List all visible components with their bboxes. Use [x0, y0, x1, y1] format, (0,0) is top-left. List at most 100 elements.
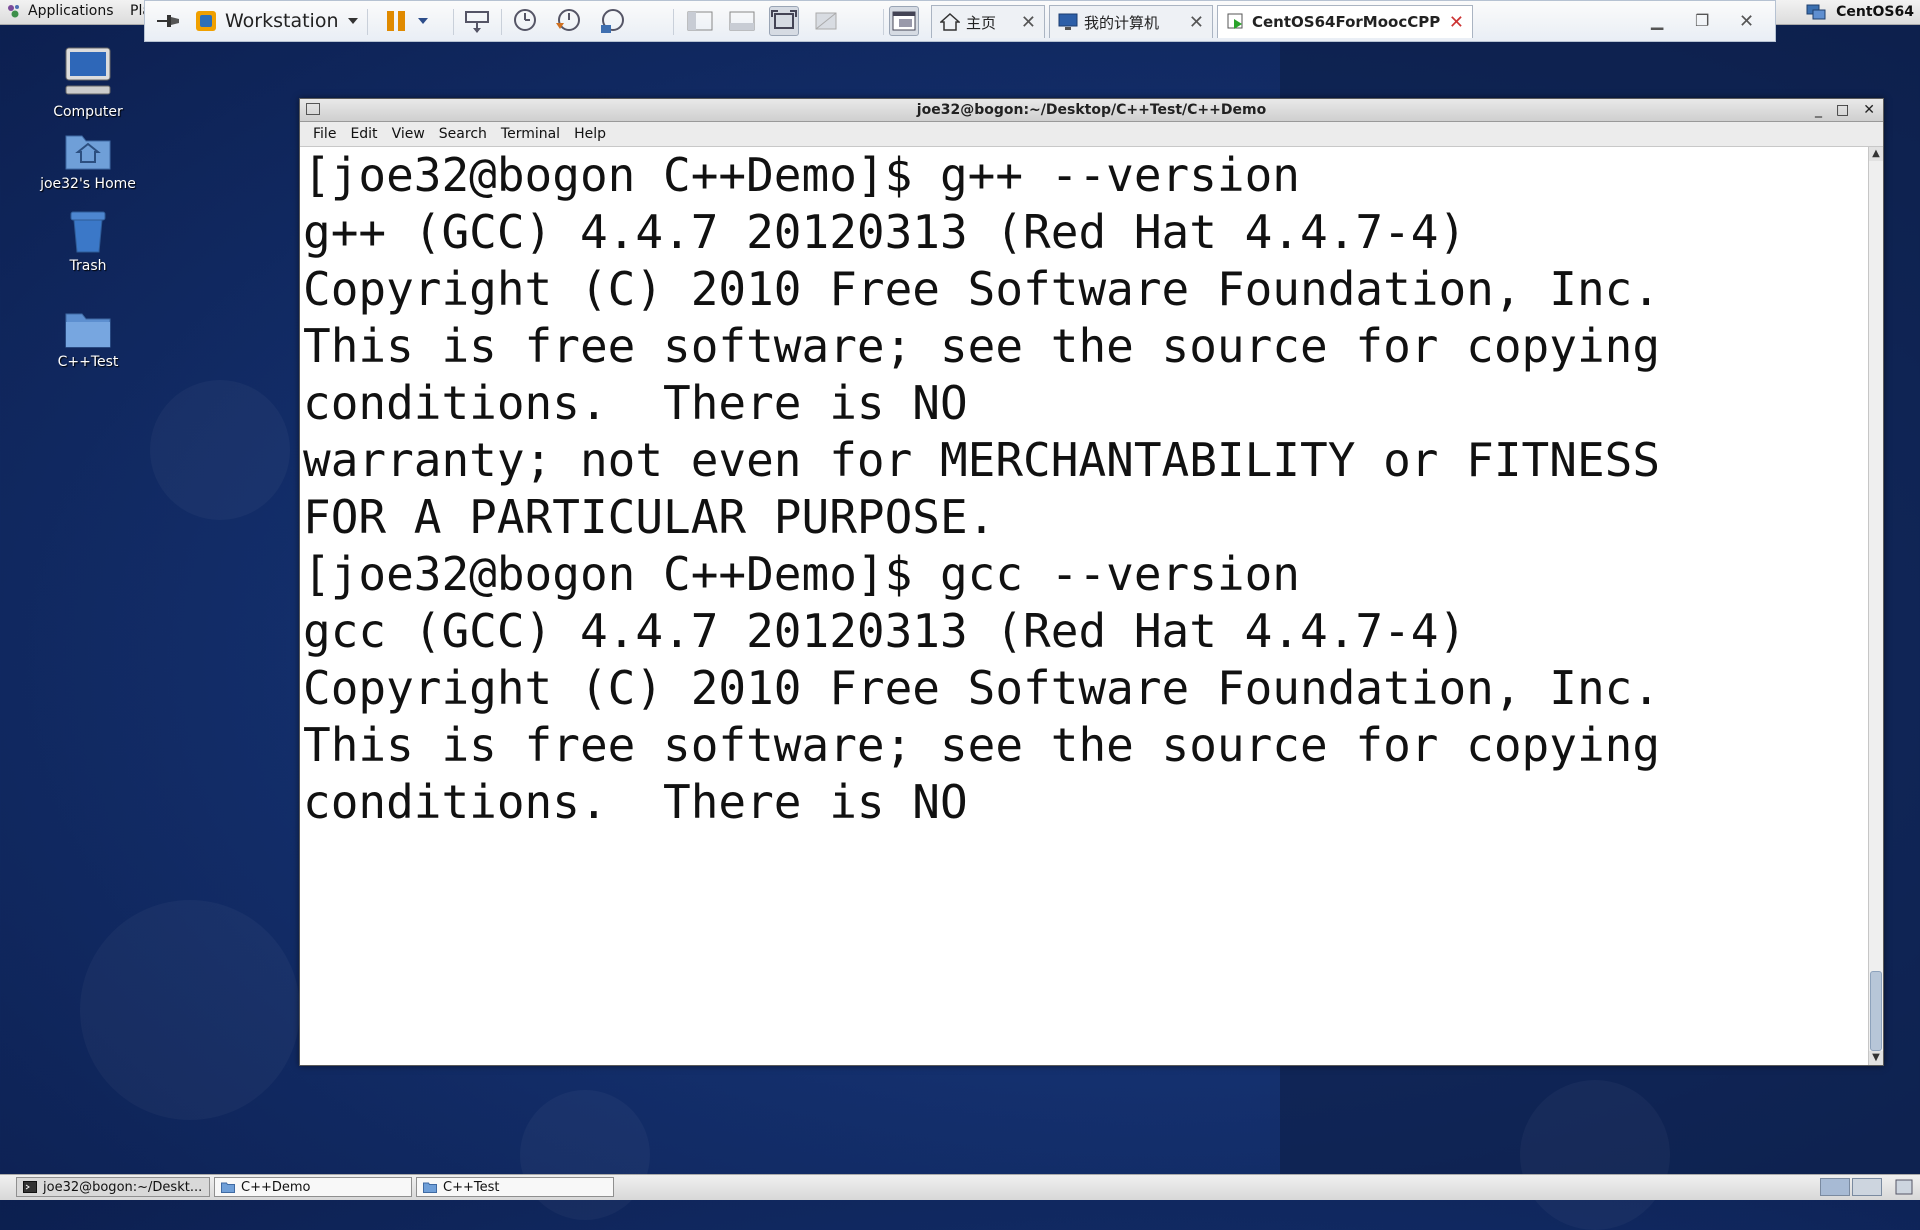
terminal-line: [joe32@bogon C++Demo]$ g++ --version — [303, 148, 1300, 202]
send-keys-button[interactable] — [463, 7, 491, 35]
workspace-1[interactable] — [1820, 1178, 1850, 1196]
tab-label: CentOS64ForMoocCPP — [1252, 13, 1441, 31]
chevron-down-icon — [347, 18, 358, 24]
terminal-line: FOR A PARTICULAR PURPOSE. — [303, 490, 996, 544]
vmware-toolbar: Workstation 主页 ✕ 我的计算机 ✕ CentOS64ForMooc… — [144, 0, 1776, 42]
maximize-icon[interactable]: □ — [1836, 99, 1849, 121]
snapshot-icon[interactable] — [509, 7, 539, 35]
chevron-down-icon[interactable] — [417, 16, 429, 26]
workstation-label: Workstation — [225, 10, 339, 32]
desktop-icon-label: C++Test — [57, 354, 119, 370]
scroll-down-icon[interactable]: ▼ — [1869, 1051, 1883, 1065]
menu-edit[interactable]: Edit — [343, 126, 384, 142]
folder-icon — [423, 1182, 437, 1193]
tab-centos-vm[interactable]: CentOS64ForMoocCPP ✕ — [1217, 5, 1473, 38]
bottom-taskbar: joe32@bogon:~/Deskt... C++Demo C++Test — [0, 1174, 1920, 1200]
terminal-line: This is free software; see the source fo… — [303, 718, 1661, 772]
workstation-menu[interactable]: Workstation — [195, 7, 359, 35]
vmware-logo-icon — [196, 11, 216, 31]
taskbar-item-terminal[interactable]: joe32@bogon:~/Deskt... — [16, 1177, 210, 1197]
scroll-up-icon[interactable]: ▲ — [1869, 147, 1883, 161]
close-tab-icon[interactable]: ✕ — [1021, 12, 1036, 33]
desktop-icon-computer[interactable]: Computer — [28, 44, 148, 120]
taskbar-item-cppdemo[interactable]: C++Demo — [214, 1177, 412, 1197]
workspace-switcher[interactable] — [1820, 1178, 1882, 1196]
fullscreen-icon — [771, 10, 797, 29]
snapshot-manager-icon[interactable] — [597, 7, 627, 35]
pin-button[interactable] — [155, 7, 181, 35]
close-icon[interactable]: ✕ — [1863, 99, 1875, 121]
home-folder-icon — [65, 135, 111, 170]
panel-right: CentOS64 — [1806, 3, 1914, 21]
close-icon[interactable]: ✕ — [1739, 11, 1754, 32]
terminal-titlebar[interactable]: joe32@bogon:~/Desktop/C++Test/C++Demo _ … — [300, 99, 1883, 122]
host-label: CentOS64 — [1836, 4, 1914, 20]
terminal-icon — [23, 1181, 37, 1193]
snapshot-controls[interactable] — [509, 7, 627, 35]
library-view-button[interactable] — [685, 6, 715, 36]
scrollbar-thumb[interactable] — [1870, 971, 1882, 1051]
desktop-icon-label: joe32's Home — [40, 176, 136, 192]
menu-terminal[interactable]: Terminal — [494, 126, 567, 142]
desktop-icon-cpptest[interactable]: C++Test — [28, 306, 148, 370]
minimize-icon[interactable]: ▁ — [1651, 11, 1663, 30]
tab-label: 我的计算机 — [1084, 13, 1160, 32]
menu-view[interactable]: View — [385, 126, 432, 142]
desktop-icon-label: Computer — [53, 104, 123, 120]
applications-label: Applications — [28, 3, 114, 19]
wallpaper-bubble — [150, 380, 290, 520]
pause-icon[interactable] — [385, 9, 407, 33]
terminal-output[interactable]: [joe32@bogon C++Demo]$ g++ --version g++… — [300, 147, 1869, 1065]
menu-file[interactable]: File — [306, 126, 343, 142]
network-icon[interactable] — [1806, 3, 1826, 21]
terminal-menubar: File Edit View Search Terminal Help — [300, 122, 1883, 147]
restore-icon[interactable]: ❐ — [1695, 11, 1709, 30]
terminal-line: g++ (GCC) 4.4.7 20120313 (Red Hat 4.4.7-… — [303, 205, 1467, 259]
folder-icon — [65, 313, 111, 348]
thumbnail-bar-icon — [729, 11, 755, 31]
console-view-toggle[interactable] — [889, 6, 919, 36]
unity-icon — [815, 12, 837, 30]
tab-my-computer[interactable]: 我的计算机 ✕ — [1049, 5, 1213, 38]
power-controls[interactable] — [385, 7, 429, 35]
tab-home[interactable]: 主页 ✕ — [931, 5, 1045, 38]
terminal-scrollbar[interactable]: ▲ ▼ — [1868, 147, 1883, 1065]
terminal-line: [joe32@bogon C++Demo]$ gcc --version — [303, 547, 1300, 601]
desktop-icon-trash[interactable]: Trash — [28, 208, 148, 274]
terminal-line: warranty; not even for MERCHANTABILITY o… — [303, 433, 1661, 487]
close-tab-icon[interactable]: ✕ — [1189, 12, 1204, 33]
view-controls[interactable] — [685, 6, 841, 36]
desktop-icon-label: Trash — [69, 258, 107, 274]
toolbar-separator — [883, 9, 884, 35]
trash-applet-icon[interactable] — [1894, 1178, 1914, 1196]
applications-menu[interactable]: Applications — [6, 3, 114, 19]
console-view-button[interactable] — [889, 6, 919, 36]
monitor-icon — [1058, 13, 1078, 30]
thumbnail-view-button[interactable] — [727, 6, 757, 36]
terminal-window[interactable]: joe32@bogon:~/Desktop/C++Test/C++Demo _ … — [299, 98, 1884, 1066]
terminal-icon — [306, 103, 320, 115]
taskbar-item-label: C++Test — [443, 1179, 500, 1195]
home-icon — [940, 13, 960, 31]
taskbar-item-cpptest[interactable]: C++Test — [416, 1177, 614, 1197]
terminal-line: This is free software; see the source fo… — [303, 319, 1661, 373]
desktop-icon-home[interactable]: joe32's Home — [28, 128, 148, 192]
terminal-title: joe32@bogon:~/Desktop/C++Test/C++Demo — [916, 102, 1267, 118]
toolbar-separator — [453, 9, 454, 35]
minimize-icon[interactable]: _ — [1815, 99, 1822, 121]
revert-snapshot-icon[interactable] — [553, 7, 583, 35]
workspace-2[interactable] — [1852, 1178, 1882, 1196]
wallpaper-bubble — [520, 1090, 650, 1220]
close-tab-icon[interactable]: ✕ — [1449, 12, 1464, 33]
terminal-line: Copyright (C) 2010 Free Software Foundat… — [303, 661, 1661, 715]
unity-button[interactable] — [811, 6, 841, 36]
sidebar-icon — [687, 11, 713, 31]
menu-search[interactable]: Search — [432, 126, 494, 142]
menu-help[interactable]: Help — [567, 126, 613, 142]
toolbar-separator — [367, 9, 368, 35]
taskbar-item-label: joe32@bogon:~/Deskt... — [43, 1179, 203, 1195]
wallpaper-bubble — [1520, 1080, 1670, 1230]
fullscreen-button[interactable] — [769, 6, 799, 36]
toolbar-separator — [673, 9, 674, 35]
gnome-foot-icon — [8, 5, 19, 18]
